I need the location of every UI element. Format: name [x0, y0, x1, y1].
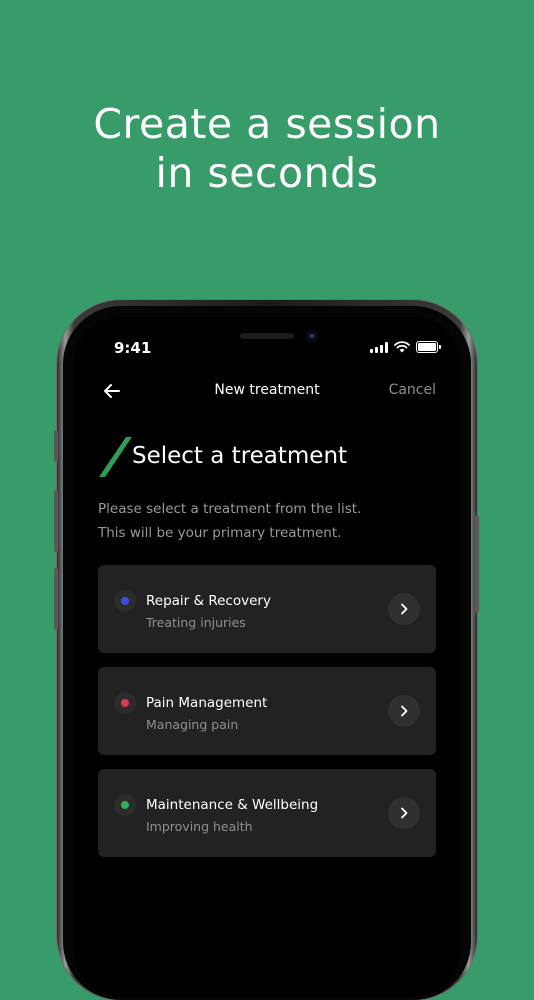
cellular-signal-icon: [370, 341, 388, 353]
description-line-1: Please select a treatment from the list.: [98, 501, 362, 517]
treatment-title: Maintenance & Wellbeing: [146, 797, 319, 813]
red-dot-icon: [121, 699, 129, 707]
treatment-title: Repair & Recovery: [146, 593, 271, 609]
treatment-title: Pain Management: [146, 695, 268, 711]
headline-line-1: Create a session: [93, 100, 441, 148]
accent-slash-icon: [99, 437, 132, 477]
select-treatment-button[interactable]: [388, 695, 420, 727]
green-dot-icon: [121, 801, 129, 809]
treatment-card-repair-recovery[interactable]: Repair & Recovery Treating injuries: [98, 565, 436, 653]
status-dot-container: [114, 692, 136, 714]
treatment-subtitle: Improving health: [146, 819, 253, 834]
cancel-button[interactable]: Cancel: [389, 382, 436, 398]
blue-dot-icon: [121, 597, 129, 605]
treatment-subtitle: Treating injuries: [146, 615, 246, 630]
headline-line-2: in seconds: [155, 149, 379, 197]
status-dot-container: [114, 794, 136, 816]
treatment-subtitle: Managing pain: [146, 717, 239, 732]
phone-volume-down: [54, 568, 58, 630]
treatment-card-pain-management[interactable]: Pain Management Managing pain: [98, 667, 436, 755]
treatment-card-maintenance-wellbeing[interactable]: Maintenance & Wellbeing Improving health: [98, 769, 436, 857]
description: Please select a treatment from the list.…: [98, 498, 428, 545]
battery-icon: [416, 341, 441, 353]
select-treatment-button[interactable]: [388, 797, 420, 829]
phone-silent-switch: [54, 430, 58, 462]
nav-bar: New treatment Cancel: [74, 377, 460, 407]
chevron-right-icon: [401, 603, 408, 615]
wifi-icon: [394, 341, 410, 353]
phone-screen: 9:41 New treatment Cancel Select a treat…: [74, 317, 460, 997]
headline: Create a session in seconds: [0, 100, 534, 198]
chevron-right-icon: [401, 705, 408, 717]
front-camera: [306, 330, 318, 342]
phone-volume-up: [54, 490, 58, 552]
description-line-2: This will be your primary treatment.: [98, 524, 342, 541]
status-dot-container: [114, 590, 136, 612]
page-title: Select a treatment: [132, 443, 348, 469]
earpiece-speaker: [240, 333, 294, 339]
status-icons: [370, 341, 441, 353]
phone-power-button: [475, 515, 479, 613]
chevron-right-icon: [401, 807, 408, 819]
status-time: 9:41: [114, 339, 152, 357]
select-treatment-button[interactable]: [388, 593, 420, 625]
